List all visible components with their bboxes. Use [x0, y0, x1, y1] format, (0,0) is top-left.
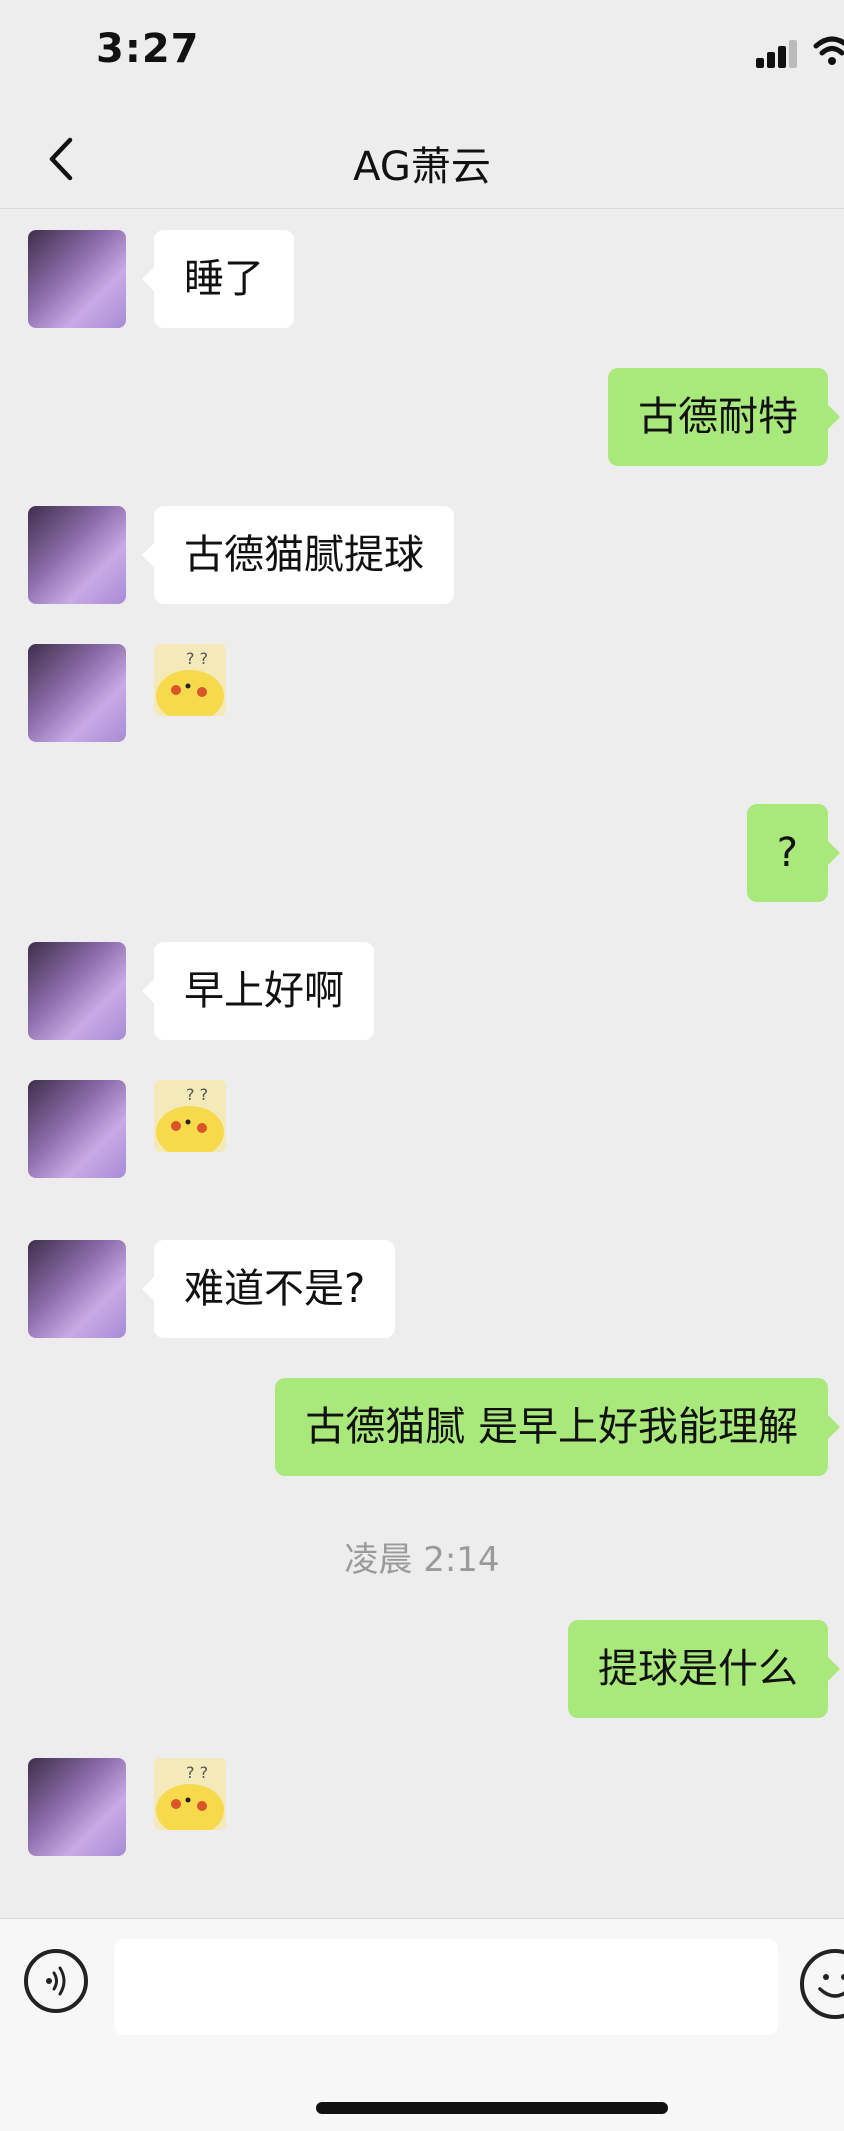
- confused-chick-sticker-icon: ? ?: [154, 1758, 226, 1830]
- voice-input-button[interactable]: [24, 1949, 88, 2013]
- contact-avatar[interactable]: [28, 644, 126, 742]
- outgoing-message[interactable]: 古德耐特: [608, 368, 840, 466]
- svg-text:? ?: ? ?: [186, 1085, 208, 1104]
- wifi-icon: [813, 36, 844, 65]
- voice-icon: [46, 1966, 66, 1996]
- contact-avatar[interactable]: [28, 506, 126, 604]
- emoji-button[interactable]: [800, 1949, 844, 2019]
- incoming-message[interactable]: 睡了: [142, 230, 294, 328]
- status-bar: 3:27: [0, 0, 844, 110]
- contact-avatar[interactable]: [28, 1758, 126, 1856]
- chat-input-bar: [0, 1918, 844, 2131]
- incoming-message[interactable]: 古德猫腻提球: [142, 506, 454, 604]
- confused-chick-sticker-icon: ? ?: [154, 644, 226, 716]
- incoming-message[interactable]: 难道不是?: [141, 1240, 396, 1338]
- contact-avatar[interactable]: [28, 230, 126, 328]
- contact-avatar[interactable]: [28, 1240, 126, 1338]
- sticker-image[interactable]: ? ?: [154, 644, 226, 716]
- message-input[interactable]: [114, 1939, 778, 2035]
- outgoing-message[interactable]: ?: [746, 804, 841, 902]
- contact-avatar[interactable]: [28, 1080, 126, 1178]
- smiley-icon: [818, 1974, 844, 1998]
- status-time: 3:27: [96, 26, 200, 72]
- message-timestamp: 凌晨 2:14: [344, 1540, 500, 1580]
- svg-text:? ?: ? ?: [186, 649, 208, 668]
- chat-title: AG萧云: [353, 144, 491, 190]
- cellular-signal-icon: [756, 40, 800, 68]
- outgoing-message[interactable]: 古德猫腻 是早上好我能理解: [275, 1378, 840, 1476]
- chat-header: AG萧云: [0, 110, 844, 209]
- confused-chick-sticker-icon: ? ?: [154, 1080, 226, 1152]
- sticker-image[interactable]: ? ?: [154, 1080, 226, 1152]
- outgoing-message[interactable]: 提球是什么: [568, 1620, 840, 1718]
- svg-text:? ?: ? ?: [186, 1763, 208, 1782]
- incoming-message[interactable]: 早上好啊: [142, 942, 374, 1040]
- sticker-image[interactable]: ? ?: [154, 1758, 226, 1830]
- home-indicator: [316, 2102, 668, 2114]
- contact-avatar[interactable]: [28, 942, 126, 1040]
